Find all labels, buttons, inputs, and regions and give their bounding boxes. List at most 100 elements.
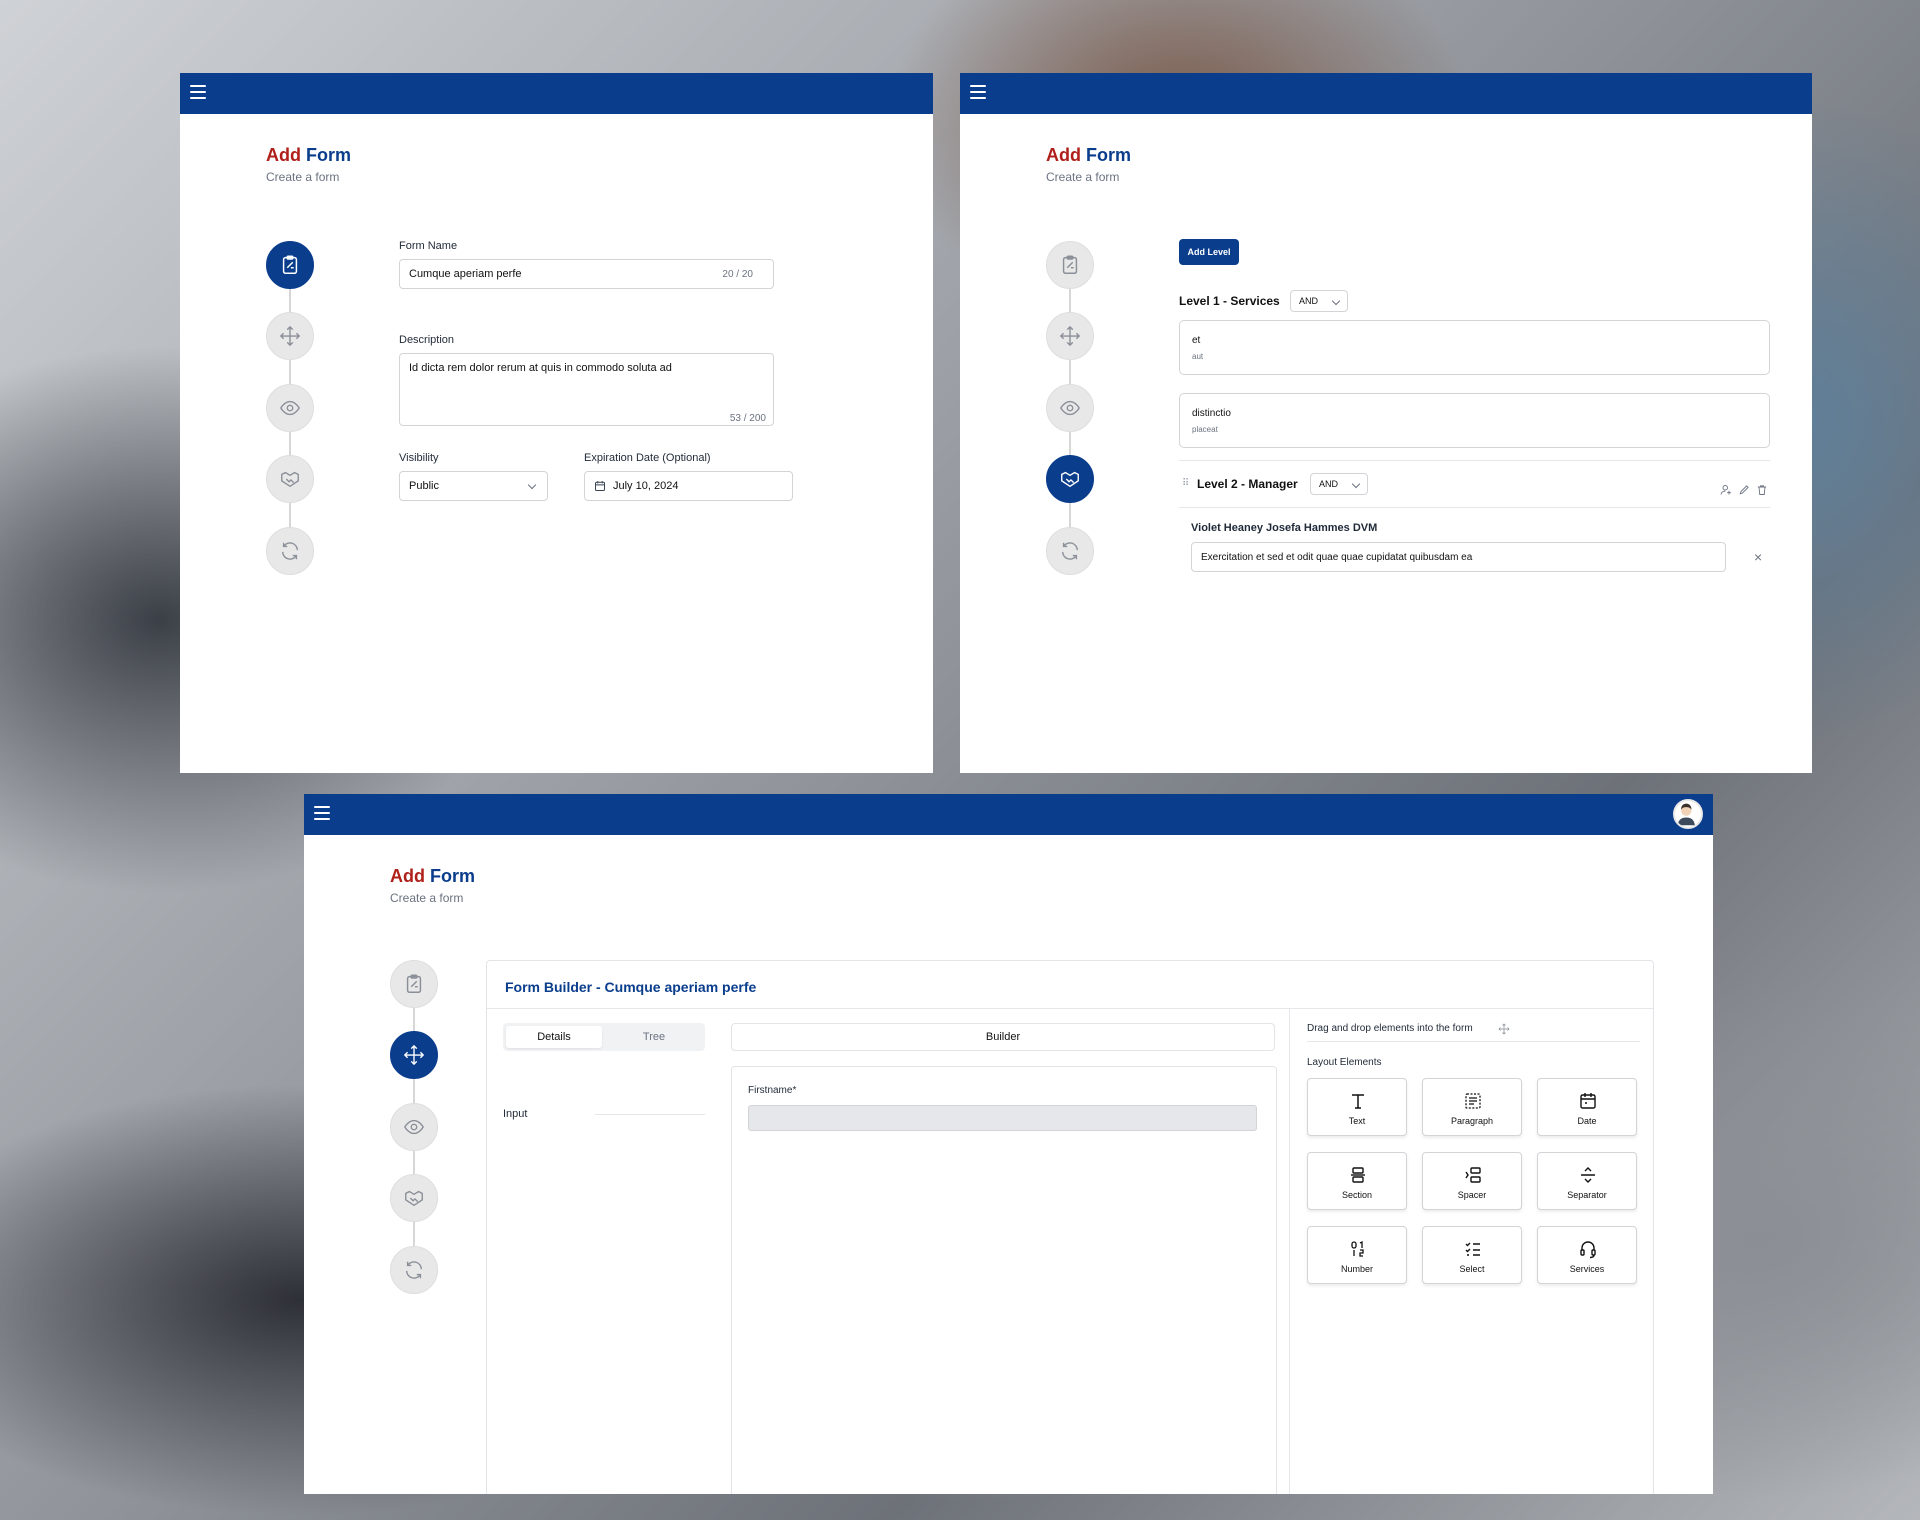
divider bbox=[487, 1008, 1653, 1009]
chevron-down-icon bbox=[1351, 479, 1361, 489]
window-approval-levels: Add Form Create a form Add Level Level 1… bbox=[960, 73, 1812, 773]
separator-icon bbox=[1581, 1167, 1595, 1183]
level-1-item[interactable]: et aut bbox=[1179, 320, 1770, 375]
element-spacer[interactable]: Spacer bbox=[1422, 1152, 1522, 1210]
stepper bbox=[1046, 241, 1094, 581]
avatar[interactable] bbox=[1673, 799, 1703, 829]
palette-divider bbox=[1289, 1009, 1290, 1494]
step-preview[interactable] bbox=[1046, 384, 1094, 432]
move-icon bbox=[1498, 1023, 1510, 1035]
calendar-icon bbox=[1580, 1093, 1596, 1109]
add-level-button[interactable]: Add Level bbox=[1179, 239, 1239, 265]
clipboard-icon bbox=[406, 974, 422, 993]
tab-bar: Details Tree bbox=[503, 1023, 705, 1051]
step-builder[interactable] bbox=[1046, 312, 1094, 360]
top-bar bbox=[304, 794, 1713, 835]
page-title: Add Form bbox=[390, 866, 476, 886]
level-1-operator-select[interactable]: AND bbox=[1290, 290, 1348, 312]
close-icon[interactable]: × bbox=[1754, 549, 1762, 565]
checklist-icon bbox=[1465, 1242, 1480, 1256]
form-name-label: Form Name bbox=[399, 240, 458, 252]
element-number[interactable]: Number bbox=[1307, 1226, 1407, 1284]
trash-icon[interactable] bbox=[1756, 484, 1768, 496]
level-1-item[interactable]: distinctio placeat bbox=[1179, 393, 1770, 448]
element-separator-label: Separator bbox=[1567, 1190, 1607, 1200]
description-textarea[interactable]: Id dicta rem dolor rerum at quis in comm… bbox=[399, 353, 774, 426]
refresh-icon bbox=[281, 542, 299, 560]
menu-icon[interactable] bbox=[970, 85, 986, 99]
step-approval[interactable] bbox=[1046, 455, 1094, 503]
menu-icon[interactable] bbox=[190, 85, 206, 99]
top-bar bbox=[960, 73, 1812, 114]
menu-icon[interactable] bbox=[314, 806, 330, 820]
step-approval[interactable] bbox=[266, 455, 314, 503]
step-builder[interactable] bbox=[266, 312, 314, 360]
form-name-input[interactable]: Cumque aperiam perfe bbox=[399, 259, 774, 289]
description-counter: 53 / 200 bbox=[729, 413, 766, 424]
element-section-label: Section bbox=[1341, 1190, 1373, 1200]
tab-details[interactable]: Details bbox=[506, 1026, 602, 1048]
step-publish[interactable] bbox=[390, 1246, 438, 1294]
step-approval[interactable] bbox=[390, 1174, 438, 1222]
step-details[interactable] bbox=[1046, 241, 1094, 289]
step-details[interactable] bbox=[266, 241, 314, 289]
element-text[interactable]: Text bbox=[1307, 1078, 1407, 1136]
eye-icon bbox=[280, 400, 300, 416]
element-select[interactable]: Select bbox=[1422, 1226, 1522, 1284]
divider bbox=[1179, 460, 1770, 461]
chevron-down-icon bbox=[527, 480, 537, 490]
step-publish[interactable] bbox=[1046, 527, 1094, 575]
page-subtitle: Create a form bbox=[1046, 170, 1120, 184]
handshake-icon bbox=[405, 1190, 423, 1207]
step-publish[interactable] bbox=[266, 527, 314, 575]
handshake-icon bbox=[1061, 471, 1079, 488]
expiration-value: July 10, 2024 bbox=[613, 480, 679, 492]
level-1-item-subtitle: aut bbox=[1192, 352, 1204, 361]
form-builder-panel: Form Builder - Cumque aperiam perfe Deta… bbox=[486, 960, 1654, 1494]
element-section[interactable]: Section bbox=[1307, 1152, 1407, 1210]
text-icon bbox=[1352, 1094, 1364, 1109]
number-icon bbox=[1351, 1240, 1364, 1257]
element-date[interactable]: Date bbox=[1537, 1078, 1637, 1136]
handshake-icon bbox=[281, 471, 299, 488]
layout-elements-label: Layout Elements bbox=[1307, 1057, 1382, 1068]
element-number-label: Number bbox=[1340, 1264, 1373, 1274]
tab-tree[interactable]: Tree bbox=[606, 1026, 702, 1048]
form-canvas: Firstname* bbox=[731, 1066, 1277, 1494]
level-2-title: Level 2 - Manager bbox=[1197, 477, 1298, 491]
element-services[interactable]: Services bbox=[1537, 1226, 1637, 1284]
element-paragraph-label: Paragraph bbox=[1450, 1116, 1494, 1126]
step-details[interactable] bbox=[390, 960, 438, 1008]
step-preview[interactable] bbox=[390, 1103, 438, 1151]
level-1-title: Level 1 - Services bbox=[1179, 294, 1280, 308]
divider bbox=[1307, 1041, 1640, 1042]
spacer-icon bbox=[1465, 1167, 1481, 1183]
edit-icon[interactable] bbox=[1738, 484, 1750, 496]
headset-icon bbox=[1580, 1241, 1596, 1259]
tree-item-line bbox=[595, 1114, 705, 1115]
paragraph-icon bbox=[1465, 1093, 1481, 1109]
level-2-operator-select[interactable]: AND bbox=[1310, 473, 1368, 495]
manager-note-input[interactable]: Exercitation et sed et odit quae quae cu… bbox=[1191, 542, 1726, 572]
element-select-label: Select bbox=[1459, 1264, 1485, 1274]
tab-builder[interactable]: Builder bbox=[731, 1023, 1275, 1051]
step-builder[interactable] bbox=[390, 1031, 438, 1079]
drag-handle-icon[interactable]: ⠿ bbox=[1182, 478, 1190, 490]
tree-item[interactable]: Input bbox=[503, 1108, 527, 1120]
stepper bbox=[266, 241, 314, 581]
element-separator[interactable]: Separator bbox=[1537, 1152, 1637, 1210]
add-user-icon[interactable] bbox=[1720, 484, 1732, 496]
element-spacer-label: Spacer bbox=[1457, 1190, 1487, 1200]
window-form-builder: Add Form Create a form Form Builder - Cu… bbox=[304, 794, 1713, 1494]
expiration-date-input[interactable]: July 10, 2024 bbox=[584, 471, 793, 501]
calendar-icon bbox=[595, 481, 605, 491]
level-1-item-subtitle: placeat bbox=[1192, 425, 1218, 434]
drag-hint-text: Drag and drop elements into the form bbox=[1307, 1023, 1473, 1034]
clipboard-icon bbox=[282, 255, 298, 274]
visibility-select[interactable]: Public bbox=[399, 471, 548, 501]
page-subtitle: Create a form bbox=[266, 170, 340, 184]
step-preview[interactable] bbox=[266, 384, 314, 432]
firstname-input[interactable] bbox=[748, 1105, 1257, 1131]
stepper bbox=[390, 960, 438, 1300]
element-paragraph[interactable]: Paragraph bbox=[1422, 1078, 1522, 1136]
